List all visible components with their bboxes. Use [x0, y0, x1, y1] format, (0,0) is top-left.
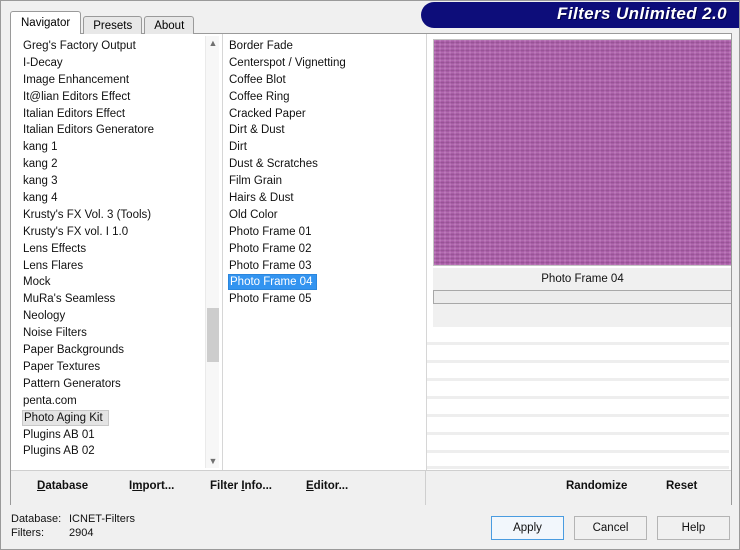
list-item[interactable]: Dirt — [223, 139, 426, 156]
list-item[interactable]: Greg's Factory Output — [11, 38, 220, 55]
import-accel: m — [132, 480, 143, 492]
list-item[interactable]: Hairs & Dust — [223, 190, 426, 207]
scrollbar-thumb[interactable] — [207, 308, 219, 362]
list-item[interactable]: penta.com — [11, 393, 220, 410]
scroll-up-arrow-icon[interactable]: ▲ — [206, 36, 220, 50]
import-button[interactable]: Import... — [129, 480, 174, 492]
list-item[interactable]: Plugins AB 01 — [11, 427, 220, 444]
list-item[interactable]: Dirt & Dust — [223, 122, 426, 139]
title-banner: Filters Unlimited 2.0 — [421, 2, 739, 28]
tab-presets[interactable]: Presets — [83, 16, 143, 34]
list-item[interactable]: Neology — [11, 308, 220, 325]
database-button[interactable]: Database — [37, 480, 88, 492]
dialog-button-bar: Apply Cancel Help — [491, 516, 730, 540]
filters-unlimited-window: Filters Unlimited 2.0 Navigator Presets … — [0, 0, 740, 550]
help-button[interactable]: Help — [657, 516, 730, 540]
status-database-value: ICNET-Filters — [69, 513, 135, 525]
database-label: atabase — [45, 480, 89, 492]
reset-button[interactable]: Reset — [666, 480, 697, 492]
list-item[interactable]: kang 1 — [11, 139, 220, 156]
tab-about[interactable]: About — [144, 16, 195, 34]
status-filters-label: Filters: — [11, 527, 44, 539]
preview-panel: Photo Frame 04 — [426, 34, 731, 470]
filter-info-prefix: Filter — [210, 480, 242, 492]
list-item-selected-category[interactable]: Photo Aging Kit — [22, 409, 109, 426]
list-item[interactable]: kang 4 — [11, 190, 220, 207]
editor-label: ditor... — [313, 480, 349, 492]
status-database-row: Database: ICNET-Filters — [11, 512, 135, 526]
editor-button[interactable]: Editor... — [306, 480, 348, 492]
tab-strip: Navigator Presets About — [10, 11, 196, 34]
list-item[interactable]: Border Fade — [223, 38, 426, 55]
list-item-selected-filter[interactable]: Photo Frame 04 — [228, 274, 318, 291]
status-database-label: Database: — [11, 513, 62, 525]
list-item[interactable]: Cracked Paper — [223, 106, 426, 123]
list-item[interactable]: Dust & Scratches — [223, 156, 426, 173]
action-button-row: Database Import... Filter Info... Editor… — [11, 470, 731, 505]
list-item[interactable]: Coffee Ring — [223, 89, 426, 106]
parameter-slot[interactable] — [433, 290, 731, 304]
filter-list[interactable]: Border Fade Centerspot / Vignetting Coff… — [222, 34, 426, 470]
list-item[interactable]: Italian Editors Generatore — [11, 122, 220, 139]
filter-info-button[interactable]: Filter Info... — [210, 480, 272, 492]
main-panel: Greg's Factory Output I-Decay Image Enha… — [10, 33, 732, 505]
status-filters-count: 2904 — [69, 527, 94, 539]
tab-navigator[interactable]: Navigator — [10, 11, 82, 34]
category-list-scrollbar[interactable]: ▲ ▼ — [205, 36, 219, 468]
list-item[interactable]: MuRa's Seamless — [11, 291, 220, 308]
list-item[interactable]: Photo Frame 02 — [223, 241, 426, 258]
editor-accel: E — [306, 480, 314, 492]
randomize-button[interactable]: Randomize — [566, 480, 627, 492]
list-item[interactable]: Photo Frame 03 — [223, 258, 426, 275]
list-item[interactable]: Noise Filters — [11, 325, 220, 342]
list-item[interactable]: Lens Effects — [11, 241, 220, 258]
list-item[interactable]: Centerspot / Vignetting — [223, 55, 426, 72]
list-item[interactable]: Photo Frame 05 — [223, 291, 426, 308]
action-row-divider — [425, 471, 426, 505]
list-item[interactable]: Paper Backgrounds — [11, 342, 220, 359]
preview-caption: Photo Frame 04 — [433, 268, 731, 290]
category-list[interactable]: Greg's Factory Output I-Decay Image Enha… — [11, 34, 220, 470]
preview-image — [433, 39, 731, 266]
scroll-down-arrow-icon[interactable]: ▼ — [206, 454, 220, 468]
list-item[interactable]: Italian Editors Effect — [11, 106, 220, 123]
filter-info-label: nfo... — [244, 480, 272, 492]
import-label: port... — [142, 480, 175, 492]
list-item[interactable]: Old Color — [223, 207, 426, 224]
list-item[interactable]: Lens Flares — [11, 258, 220, 275]
list-item[interactable]: Film Grain — [223, 173, 426, 190]
parameter-separators — [427, 334, 731, 470]
list-item[interactable]: Photo Frame 01 — [223, 224, 426, 241]
list-item[interactable]: Krusty's FX Vol. 3 (Tools) — [11, 207, 220, 224]
list-item[interactable]: It@lian Editors Effect — [11, 89, 220, 106]
list-item[interactable]: Mock — [11, 274, 220, 291]
list-item[interactable]: Coffee Blot — [223, 72, 426, 89]
status-filters-row: Filters: 2904 — [11, 526, 135, 540]
list-item[interactable]: Image Enhancement — [11, 72, 220, 89]
apply-button[interactable]: Apply — [491, 516, 564, 540]
list-item[interactable]: kang 3 — [11, 173, 220, 190]
parameter-blank-area — [433, 304, 731, 327]
list-item[interactable]: Paper Textures — [11, 359, 220, 376]
status-bar: Database: ICNET-Filters Filters: 2904 — [11, 512, 135, 540]
list-item[interactable]: kang 2 — [11, 156, 220, 173]
app-title: Filters Unlimited 2.0 — [557, 4, 727, 23]
list-item[interactable]: Plugins AB 02 — [11, 443, 220, 460]
cancel-button[interactable]: Cancel — [574, 516, 647, 540]
list-item[interactable]: Pattern Generators — [11, 376, 220, 393]
list-item[interactable]: I-Decay — [11, 55, 220, 72]
list-item[interactable]: Krusty's FX vol. I 1.0 — [11, 224, 220, 241]
